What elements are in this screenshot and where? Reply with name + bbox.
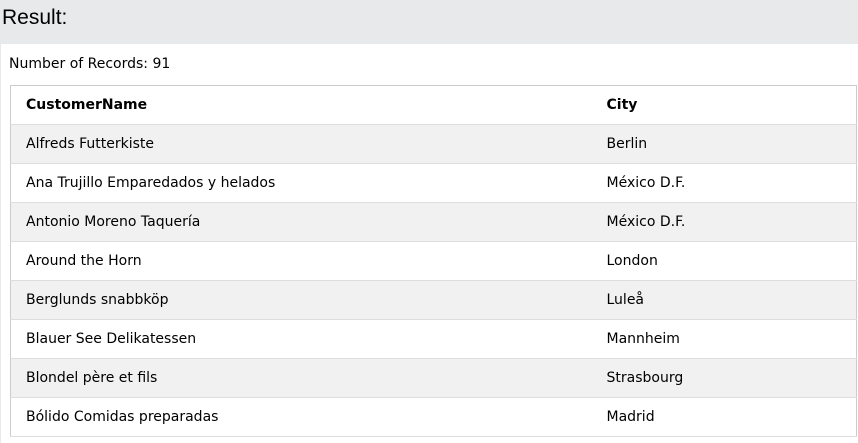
table-header-row: CustomerName City (10, 85, 857, 125)
result-header-bar: Result: (0, 0, 858, 44)
result-title: Result: (2, 6, 68, 29)
cell-city: México D.F. (591, 163, 857, 203)
table-row: Ana Trujillo Emparedados y helados Méxic… (10, 163, 857, 203)
cell-customername: Ana Trujillo Emparedados y helados (10, 163, 592, 203)
cell-customername: Around the Horn (10, 241, 592, 281)
table-row: Berglunds snabbköp Luleå (10, 280, 857, 320)
cell-customername: Bólido Comidas preparadas (10, 397, 592, 437)
cell-customername: Blauer See Delikatessen (10, 319, 592, 359)
cell-city: Strasbourg (591, 358, 857, 398)
table-row: Bólido Comidas preparadas Madrid (10, 397, 857, 437)
cell-city: London (591, 241, 857, 281)
cell-customername: Blondel père et fils (10, 358, 592, 398)
cell-customername: Antonio Moreno Taquería (10, 202, 592, 242)
record-count: Number of Records: 91 (9, 56, 171, 72)
table-row: Antonio Moreno Taquería México D.F. (10, 202, 857, 242)
table-row: Alfreds Futterkiste Berlin (10, 124, 857, 164)
table-row: Blondel père et fils Strasbourg (10, 358, 857, 398)
cell-city: Madrid (591, 397, 857, 437)
column-header-customername: CustomerName (10, 85, 592, 125)
cell-city: Luleå (591, 280, 857, 320)
table-row: Blauer See Delikatessen Mannheim (10, 319, 857, 359)
table-row: Around the Horn London (10, 241, 857, 281)
results-table: CustomerName City Alfreds Futterkiste Be… (10, 85, 857, 437)
cell-customername: Alfreds Futterkiste (10, 124, 592, 164)
cell-city: México D.F. (591, 202, 857, 242)
cell-city: Mannheim (591, 319, 857, 359)
cell-customername: Berglunds snabbköp (10, 280, 592, 320)
column-header-city: City (591, 85, 857, 125)
cell-city: Berlin (591, 124, 857, 164)
